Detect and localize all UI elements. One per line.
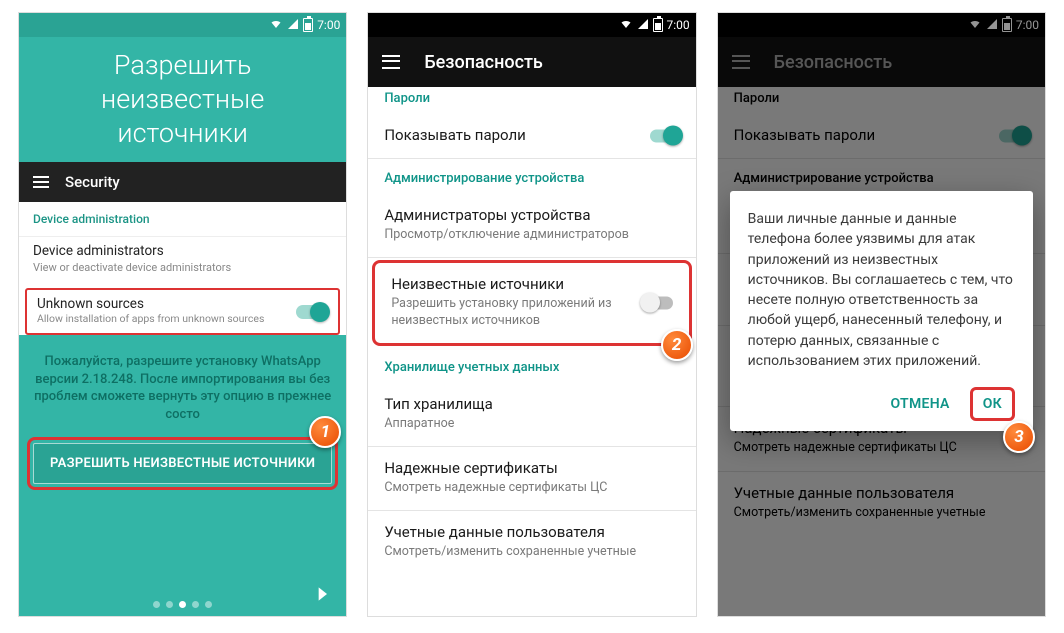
dialog-cancel-button[interactable]: ОТМЕНА (880, 388, 959, 420)
row-subtitle: Смотреть надежные сертификаты ЦС (384, 480, 679, 496)
group-passwords: Пароли (368, 87, 695, 114)
device-admins-row[interactable]: Администраторы устройства Просмотр/отклю… (368, 194, 695, 258)
group-credential-storage: Хранилище учетных данных (368, 348, 695, 383)
next-icon[interactable] (312, 584, 332, 604)
phone-panel-1: 7:00 Разрешить неизвестные источники Sec… (18, 12, 347, 617)
battery-icon (653, 18, 663, 32)
hamburger-icon[interactable] (33, 176, 49, 188)
row-subtitle: Смотреть/изменить сохраненные учетные (384, 544, 679, 560)
battery-icon (303, 18, 313, 32)
row-subtitle: Просмотр/отключение администраторов (384, 227, 679, 243)
row-title: Неизвестные источники (391, 275, 672, 293)
row-subtitle: View or deactivate device administrators (33, 261, 332, 274)
row-subtitle: Разрешить установку приложений из неизве… (391, 296, 672, 329)
allow-unknown-sources-button[interactable]: РАЗРЕШИТЬ НЕИЗВЕСТНЫЕ ИСТОЧНИКИ (33, 443, 332, 484)
confirm-dialog: Ваши личные данные и данные телефона бол… (730, 191, 1033, 431)
unknown-sources-toggle[interactable] (296, 305, 328, 319)
app-bar-title: Безопасность (424, 52, 543, 73)
pager-dot[interactable] (192, 601, 199, 608)
phone-panel-2: 7:00 Безопасность Пароли Показывать паро… (367, 12, 696, 617)
status-bar: 7:00 (368, 13, 695, 37)
row-subtitle: Аппаратное (384, 416, 679, 432)
row-subtitle: Allow installation of apps from unknown … (37, 312, 290, 325)
pager-dot[interactable] (153, 601, 160, 608)
unknown-sources-highlight-frame: Неизвестные источники Разрешить установк… (372, 260, 691, 346)
pager-dot-active[interactable] (179, 601, 186, 608)
instruction-text: Пожалуйста, разрешите установку WhatsApp… (19, 339, 346, 433)
row-title: Показывать пароли (384, 126, 679, 144)
show-passwords-row[interactable]: Показывать пароли (368, 114, 695, 159)
dialog-message: Ваши личные данные и данные телефона бол… (748, 209, 1015, 371)
row-title: Unknown sources (37, 296, 290, 312)
step-badge-2: 2 (661, 329, 693, 361)
pager-dots (19, 601, 346, 608)
user-credentials-row[interactable]: Учетные данные пользователя Смотреть/изм… (368, 511, 695, 574)
row-title: Device administrators (33, 243, 332, 259)
title-line: источники (29, 117, 336, 151)
cta-highlight-frame: РАЗРЕШИТЬ НЕИЗВЕСТНЫЕ ИСТОЧНИКИ 1 (27, 437, 338, 490)
title-line: Разрешить (29, 49, 336, 83)
storage-type-row[interactable]: Тип хранилища Аппаратное (368, 383, 695, 447)
phone-panel-3: 7:00 Безопасность Пароли Показывать паро… (717, 12, 1046, 617)
device-admin-row[interactable]: Device administrators View or deactivate… (19, 236, 346, 284)
hamburger-icon[interactable] (382, 55, 400, 69)
signal-icon (287, 18, 299, 33)
clock: 7:00 (667, 18, 690, 32)
signal-icon (637, 18, 649, 33)
row-title: Администраторы устройства (384, 206, 679, 224)
security-preview-card: Device administration Device administrat… (19, 202, 346, 335)
clock: 7:00 (317, 18, 340, 32)
dialog-ok-button[interactable]: ОК (973, 390, 1012, 418)
unknown-sources-toggle[interactable] (643, 297, 673, 310)
dialog-actions: ОТМЕНА ОК (748, 387, 1015, 421)
ok-highlight-frame: ОК (970, 387, 1015, 421)
onboarding-body: Разрешить неизвестные источники Security… (19, 37, 346, 616)
row-title: Тип хранилища (384, 395, 679, 413)
unknown-sources-row[interactable]: Неизвестные источники Разрешить установк… (375, 263, 688, 343)
pager-dot[interactable] (166, 601, 173, 608)
security-header-label: Security (65, 173, 120, 191)
step-badge-1: 1 (309, 416, 341, 448)
security-header: Security (19, 162, 346, 202)
settings-list[interactable]: Пароли Показывать пароли Администрирован… (368, 87, 695, 616)
row-title: Учетные данные пользователя (384, 523, 679, 541)
group-device-admin: Администрирование устройства (368, 159, 695, 194)
app-bar: Безопасность (368, 37, 695, 87)
show-passwords-toggle[interactable] (650, 130, 680, 143)
unknown-sources-row-highlight[interactable]: Unknown sources Allow installation of ap… (25, 288, 340, 335)
wifi-icon (619, 18, 633, 33)
pager-dot[interactable] (205, 601, 212, 608)
title-line: неизвестные (29, 83, 336, 117)
trusted-certs-row[interactable]: Надежные сертификаты Смотреть надежные с… (368, 447, 695, 511)
status-bar: 7:00 (19, 13, 346, 37)
device-admin-section-label: Device administration (19, 202, 346, 236)
row-title: Надежные сертификаты (384, 459, 679, 477)
page-title: Разрешить неизвестные источники (19, 45, 346, 162)
wifi-icon (269, 18, 283, 33)
